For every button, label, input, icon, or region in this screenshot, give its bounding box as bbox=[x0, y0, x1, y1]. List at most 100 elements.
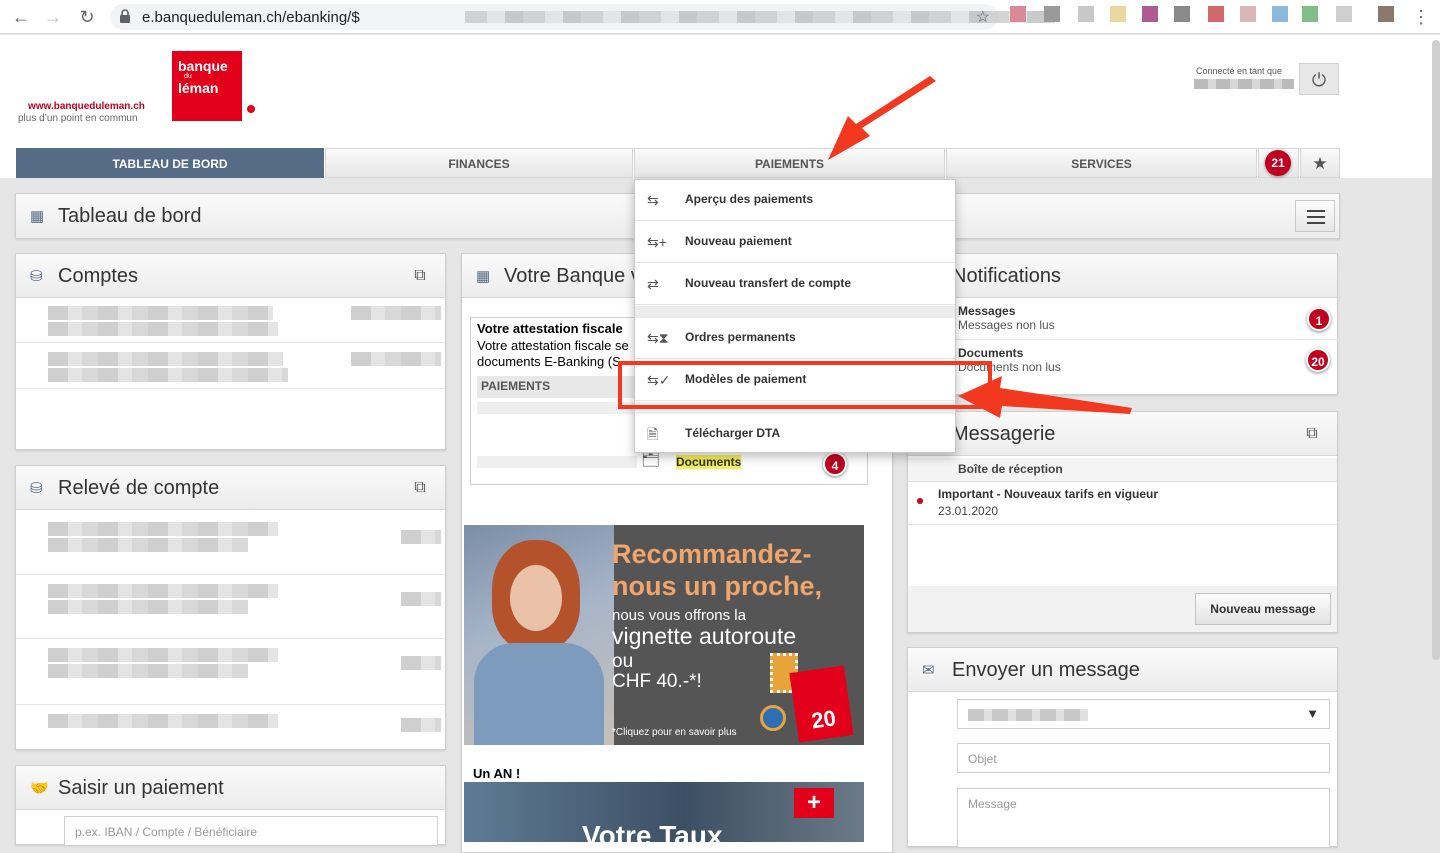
taux-banner-text: Votre Taux bbox=[582, 820, 723, 842]
logo-dot bbox=[247, 105, 255, 113]
tab-finances[interactable]: FINANCES bbox=[325, 148, 633, 178]
profile-avatar[interactable] bbox=[1378, 6, 1394, 22]
menu-item-nouveau-paiement[interactable]: ⇆+ Nouveau paiement bbox=[635, 222, 955, 263]
extension-icon[interactable] bbox=[1110, 6, 1126, 22]
messagerie-title: Messagerie bbox=[952, 423, 1056, 445]
dashboard-icon: ▦ bbox=[476, 268, 491, 285]
reload-icon[interactable]: ↻ bbox=[76, 6, 98, 28]
message-date: 23.01.2020 bbox=[938, 504, 999, 518]
coins-icon: ⛁ bbox=[30, 480, 43, 497]
menu-separator bbox=[635, 306, 955, 318]
page-scrollbar[interactable] bbox=[1432, 40, 1440, 660]
un-an-label: Un AN ! bbox=[473, 766, 521, 781]
paiements-dropdown: ⇆ Aperçu des paiements ⇆+ Nouveau paieme… bbox=[634, 179, 956, 453]
paiements-col-header: PAIEMENTS bbox=[477, 376, 637, 398]
extension-icon[interactable] bbox=[1044, 6, 1060, 22]
envoyer-title: Envoyer un message bbox=[952, 659, 1140, 681]
extension-icon[interactable] bbox=[1240, 6, 1256, 22]
transaction-row-blurred[interactable] bbox=[48, 522, 278, 536]
banner-line2: nous un proche, bbox=[612, 571, 823, 601]
extension-icon[interactable] bbox=[1272, 6, 1288, 22]
expand-widget-icon[interactable]: ⧉ bbox=[407, 263, 433, 289]
messages-count-badge: 1 bbox=[1307, 307, 1331, 331]
lock-icon bbox=[120, 9, 130, 23]
forward-icon[interactable]: → bbox=[42, 6, 64, 28]
address-bar[interactable]: e.banqueduleman.ch/ebanking/$ ☆ bbox=[110, 4, 1055, 30]
handshake-icon: ⇆ bbox=[647, 192, 659, 208]
comptes-widget: ⛁ Comptes ⧉ bbox=[15, 253, 446, 450]
menu-item-ordres-permanents[interactable]: ⇆⧗ Ordres permanents bbox=[635, 318, 955, 359]
banner-photo bbox=[464, 525, 614, 745]
inbox-label: Boîte de réception bbox=[958, 462, 1063, 476]
connected-user-blurred bbox=[1194, 79, 1294, 89]
subject-input[interactable]: Objet bbox=[957, 743, 1330, 773]
transaction-row-blurred[interactable] bbox=[48, 714, 278, 728]
documents-link[interactable]: Documents bbox=[676, 455, 742, 469]
banner-line1: Recommandez- bbox=[612, 539, 812, 569]
transfer-icon: ⇄ bbox=[647, 276, 659, 292]
extension-icon[interactable] bbox=[1010, 6, 1026, 22]
brand-tagline: plus d’un point en commun bbox=[18, 113, 138, 124]
payment-search-input[interactable]: p.ex. IBAN / Compte / Bénéficiaire bbox=[64, 816, 438, 846]
address-url: e.banqueduleman.ch/ebanking/$ bbox=[142, 9, 360, 26]
page-title: Tableau de bord bbox=[58, 205, 202, 227]
unread-dot bbox=[917, 498, 923, 504]
notifications-title: Notifications bbox=[952, 265, 1061, 287]
recommandez-banner[interactable]: Recommandez- nous un proche, nous vous o… bbox=[464, 525, 864, 745]
new-message-button[interactable]: Nouveau message bbox=[1195, 593, 1331, 625]
account-row-blurred[interactable] bbox=[48, 352, 283, 366]
banner-footnote: *Cliquez pour en savoir plus bbox=[612, 727, 737, 738]
menu-item-label: Télécharger DTA bbox=[685, 426, 781, 440]
extension-icon[interactable] bbox=[1078, 6, 1094, 22]
banner-line4: vignette autoroute bbox=[612, 623, 797, 649]
tab-paiements[interactable]: PAIEMENTS bbox=[634, 148, 945, 178]
extension-icon[interactable] bbox=[1336, 6, 1352, 22]
saisir-title: Saisir un paiement bbox=[58, 777, 224, 799]
transaction-row-blurred[interactable] bbox=[48, 584, 278, 598]
favorites-star-icon[interactable]: ★ bbox=[1300, 148, 1340, 178]
menu-item-telecharger-dta[interactable]: 🗎 Télécharger DTA bbox=[635, 414, 955, 455]
bank-logo[interactable]: banque du léman bbox=[172, 51, 242, 121]
extension-icon[interactable] bbox=[1302, 6, 1318, 22]
tab-tableau-de-bord[interactable]: TABLEAU DE BORD bbox=[16, 148, 324, 178]
extension-icon[interactable] bbox=[1174, 6, 1190, 22]
extension-icon[interactable] bbox=[1142, 6, 1158, 22]
banner-line6: CHF 40.-*! bbox=[612, 671, 702, 692]
notification-messages-title: Messages bbox=[958, 304, 1016, 318]
notification-messages[interactable]: Messages Messages non lus bbox=[958, 304, 1055, 332]
notification-documents-title: Documents bbox=[958, 346, 1024, 360]
extension-icon[interactable] bbox=[1208, 6, 1224, 22]
menu-item-nouveau-transfert[interactable]: ⇄ Nouveau transfert de compte bbox=[635, 264, 955, 305]
chevron-down-icon: ▼ bbox=[1306, 706, 1319, 721]
recipient-select[interactable]: ▼ bbox=[957, 699, 1330, 729]
notifications-count-badge[interactable]: 21 bbox=[1265, 150, 1291, 176]
documents-count-badge: 4 bbox=[823, 452, 847, 476]
attestation-title: Votre attestation fiscale bbox=[477, 321, 623, 336]
menu-item-label: Aperçu des paiements bbox=[685, 192, 814, 206]
tab-services[interactable]: SERVICES bbox=[946, 148, 1257, 178]
notification-messages-sub: Messages non lus bbox=[958, 318, 1055, 332]
logout-power-icon[interactable]: ⏻ bbox=[1299, 63, 1339, 95]
account-row-blurred[interactable] bbox=[48, 306, 273, 320]
comptes-title: Comptes bbox=[58, 265, 139, 287]
back-icon[interactable]: ← bbox=[10, 6, 32, 28]
expand-widget-icon[interactable]: ⧉ bbox=[1299, 421, 1325, 447]
menu-item-apercu-paiements[interactable]: ⇆ Aperçu des paiements bbox=[635, 180, 955, 221]
message-title[interactable]: Important - Nouveaux tarifs en vigueur bbox=[938, 487, 1158, 501]
banque-title: Votre Banque v bbox=[504, 265, 641, 287]
banner-line5: ou bbox=[612, 651, 634, 672]
logo-line3: léman bbox=[178, 80, 219, 96]
highlight-box bbox=[618, 361, 992, 409]
browser-menu-icon[interactable]: ⋮ bbox=[1410, 6, 1432, 28]
expand-widget-icon[interactable]: ⧉ bbox=[407, 475, 433, 501]
address-blurred bbox=[465, 11, 1055, 23]
banner-line3: nous vous offrons la bbox=[612, 607, 746, 624]
taux-banner[interactable]: + Votre Taux bbox=[464, 782, 864, 842]
coins-icon: ⛁ bbox=[30, 268, 43, 285]
brand-url[interactable]: www.banqueduleman.ch bbox=[28, 101, 145, 112]
hamburger-menu-button[interactable] bbox=[1295, 200, 1335, 232]
connected-label: Connecté en tant que bbox=[1196, 66, 1283, 76]
bookmark-star-icon[interactable]: ☆ bbox=[976, 7, 990, 27]
message-textarea[interactable]: Message bbox=[957, 788, 1330, 848]
transaction-row-blurred[interactable] bbox=[48, 648, 278, 662]
